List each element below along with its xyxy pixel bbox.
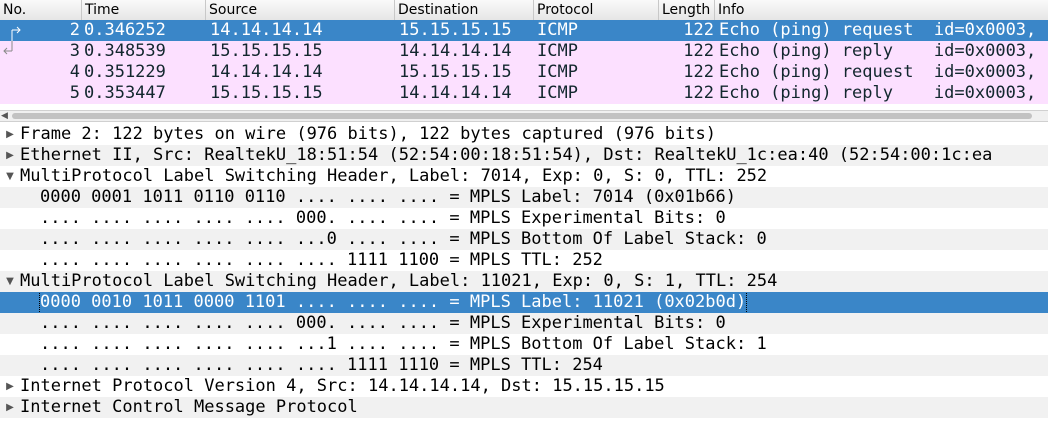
- tree-item-mpls-ttl[interactable]: .... .... .... .... .... .... 1111 1100 …: [0, 250, 1048, 271]
- packet-no: 3: [69, 41, 80, 61]
- packet-info: Echo (ping) reply id=0x0003,: [719, 41, 1037, 61]
- tree-item-mpls-label[interactable]: 0000 0001 1011 0110 0110 .... .... .... …: [0, 187, 1048, 208]
- tree-item-frame[interactable]: ▶ Frame 2: 122 bytes on wire (976 bits),…: [0, 124, 1048, 145]
- packet-destination: 14.14.14.14: [399, 41, 512, 61]
- packet-source: 15.15.15.15: [210, 83, 323, 103]
- tree-item-mpls-ttl[interactable]: .... .... .... .... .... .... 1111 1110 …: [0, 355, 1048, 376]
- column-header-no[interactable]: No.: [0, 0, 82, 20]
- tree-item-ethernet[interactable]: ▶ Ethernet II, Src: RealtekU_18:51:54 (5…: [0, 145, 1048, 166]
- collapse-arrow-icon[interactable]: ▼: [3, 166, 17, 187]
- packet-time: 0.348539: [84, 41, 166, 61]
- packet-row[interactable]: 4 0.351229 14.14.14.14 15.15.15.15 ICMP …: [0, 62, 1048, 83]
- packet-no: 5: [69, 83, 80, 103]
- packet-time: 0.351229: [84, 62, 166, 82]
- packet-source: 14.14.14.14: [210, 20, 323, 40]
- packet-source: 14.14.14.14: [210, 62, 323, 82]
- tree-item-mpls-label[interactable]: 0000 0010 1011 0000 1101 .... .... .... …: [0, 292, 1048, 313]
- column-header-source[interactable]: Source: [206, 0, 395, 20]
- column-header-info[interactable]: Info: [715, 0, 1048, 20]
- scrollbar-thumb[interactable]: [12, 113, 1032, 119]
- packet-time: 0.346252: [84, 20, 166, 40]
- request-arrow-icon: [11, 26, 21, 41]
- packet-info: Echo (ping) request id=0x0003,: [719, 20, 1037, 40]
- tree-item-mpls-2[interactable]: ▼ MultiProtocol Label Switching Header, …: [0, 271, 1048, 292]
- packet-protocol: ICMP: [537, 41, 578, 61]
- packet-destination: 15.15.15.15: [399, 62, 512, 82]
- tree-item-mpls-exp[interactable]: .... .... .... .... .... 000. .... .... …: [0, 313, 1048, 334]
- packet-list-header: No. Time Source Destination Protocol Len…: [0, 0, 1048, 21]
- column-header-time[interactable]: Time: [82, 0, 206, 20]
- packet-destination: 14.14.14.14: [399, 83, 512, 103]
- packet-info: Echo (ping) request id=0x0003,: [719, 62, 1037, 82]
- collapse-arrow-icon[interactable]: ▼: [3, 271, 17, 292]
- tree-item-ipv4[interactable]: ▶ Internet Protocol Version 4, Src: 14.1…: [0, 376, 1048, 397]
- packet-protocol: ICMP: [537, 20, 578, 40]
- packet-no: 2: [69, 20, 80, 40]
- packet-row[interactable]: 3 0.348539 15.15.15.15 14.14.14.14 ICMP …: [0, 41, 1048, 62]
- packet-length: 122: [683, 62, 714, 82]
- horizontal-scrollbar[interactable]: ◀: [0, 110, 1048, 122]
- tree-item-mpls-bos[interactable]: .... .... .... .... .... ...0 .... .... …: [0, 229, 1048, 250]
- packet-destination: 15.15.15.15: [399, 20, 512, 40]
- tree-item-mpls-bos[interactable]: .... .... .... .... .... ...1 .... .... …: [0, 334, 1048, 355]
- column-header-length[interactable]: Length: [659, 0, 715, 20]
- packet-row[interactable]: 2 0.346252 14.14.14.14 15.15.15.15 ICMP …: [0, 20, 1048, 41]
- expand-arrow-icon[interactable]: ▶: [3, 124, 17, 145]
- packet-info: Echo (ping) reply id=0x0003,: [719, 83, 1037, 103]
- expand-arrow-icon[interactable]: ▶: [3, 397, 17, 418]
- tree-item-mpls-1[interactable]: ▼ MultiProtocol Label Switching Header, …: [0, 166, 1048, 187]
- column-header-destination[interactable]: Destination: [395, 0, 534, 20]
- packet-protocol: ICMP: [537, 62, 578, 82]
- scroll-left-icon[interactable]: ◀: [1, 111, 8, 121]
- column-header-protocol[interactable]: Protocol: [534, 0, 659, 20]
- packet-length: 122: [683, 83, 714, 103]
- tree-item-mpls-exp[interactable]: .... .... .... .... .... 000. .... .... …: [0, 208, 1048, 229]
- packet-length: 122: [683, 41, 714, 61]
- packet-protocol: ICMP: [537, 83, 578, 103]
- packet-row[interactable]: 5 0.353447 15.15.15.15 14.14.14.14 ICMP …: [0, 83, 1048, 104]
- reply-arrow-icon: [3, 41, 13, 55]
- tree-item-icmp[interactable]: ▶ Internet Control Message Protocol: [0, 397, 1048, 418]
- packet-details-tree: ▶ Frame 2: 122 bytes on wire (976 bits),…: [0, 124, 1048, 424]
- packet-time: 0.353447: [84, 83, 166, 103]
- packet-source: 15.15.15.15: [210, 41, 323, 61]
- packet-list: No. Time Source Destination Protocol Len…: [0, 0, 1048, 110]
- packet-no: 4: [69, 62, 80, 82]
- expand-arrow-icon[interactable]: ▶: [3, 145, 17, 166]
- packet-length: 122: [683, 20, 714, 40]
- expand-arrow-icon[interactable]: ▶: [3, 376, 17, 397]
